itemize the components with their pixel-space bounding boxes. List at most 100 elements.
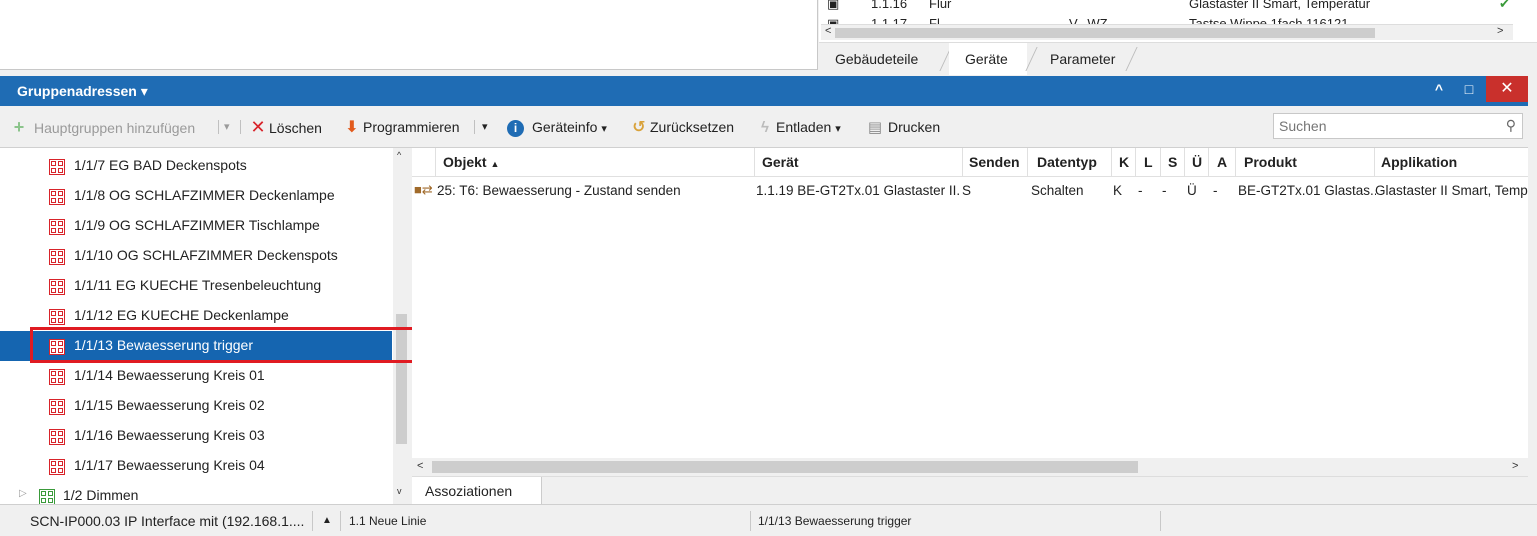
group-folder-icon	[39, 489, 55, 505]
group-address-icon	[49, 249, 65, 265]
column-header-application[interactable]: Applikation	[1381, 154, 1457, 170]
column-header-k[interactable]: K	[1119, 154, 1129, 170]
status-divider	[1160, 511, 1161, 531]
tree-item[interactable]: 1/1/17 Bewaesserung Kreis 04	[0, 451, 392, 481]
group-address-icon	[49, 369, 65, 385]
scroll-right-icon[interactable]: >	[1497, 25, 1503, 37]
column-header-u[interactable]: Ü	[1192, 154, 1202, 170]
button-label: Zurücksetzen	[650, 119, 735, 135]
panel-title: Gruppenadressen	[17, 83, 137, 99]
tree-vertical-scrollbar[interactable]: ^ v	[393, 148, 410, 504]
tab-geraete[interactable]: Geräte	[949, 43, 1027, 75]
column-divider	[1184, 148, 1185, 177]
program-button[interactable]: ⬇ Programmieren	[343, 116, 459, 138]
tab-assoziationen[interactable]: Assoziationen	[412, 477, 542, 505]
chevron-down-icon: ▾	[835, 123, 841, 135]
maximize-button[interactable]: □	[1454, 76, 1484, 102]
plus-icon: +	[13, 117, 25, 137]
devices-pane: ▣ 1.1.16 Flur Glastaster II Smart, Tempe…	[819, 0, 1537, 75]
column-header-device[interactable]: Gerät	[762, 154, 799, 170]
top-horizontal-scrollbar[interactable]: < >	[821, 24, 1513, 40]
collapse-button[interactable]: ^	[1424, 76, 1454, 102]
top-tabs: Gebäudeteile Geräte Parameter	[819, 42, 1537, 75]
tree-item-label: 1/2 Dimmen	[63, 487, 139, 503]
column-header-product[interactable]: Produkt	[1244, 154, 1297, 170]
tree-item-label: 1/1/11 EG KUECHE Tresenbeleuchtung	[74, 277, 322, 293]
chevron-up-icon[interactable]: ▲	[322, 515, 332, 526]
group-address-icon	[49, 429, 65, 445]
column-header-object[interactable]: Objekt ▲	[443, 154, 499, 170]
tab-parameter[interactable]: Parameter	[1034, 43, 1131, 75]
cell-object: 25: T6: Bewaesserung - Zustand senden	[437, 183, 681, 198]
button-label: Geräteinfo	[532, 119, 598, 135]
column-header-l[interactable]: L	[1144, 154, 1153, 170]
add-dropdown-button[interactable]: ▾	[224, 116, 230, 138]
group-address-icon	[49, 279, 65, 295]
tree-item[interactable]: 1/1/11 EG KUECHE Tresenbeleuchtung	[0, 271, 392, 301]
unload-button[interactable]: ϟ Entladen ▾	[756, 116, 841, 138]
tree-item[interactable]: 1/1/15 Bewaesserung Kreis 02	[0, 391, 392, 421]
printer-icon: ▤	[867, 119, 883, 136]
column-divider	[754, 148, 755, 177]
status-divider	[340, 511, 341, 531]
button-label: Löschen	[269, 120, 322, 136]
column-header-a[interactable]: A	[1217, 154, 1227, 170]
scroll-up-icon[interactable]: ^	[397, 150, 401, 160]
column-header-send[interactable]: Senden	[969, 154, 1020, 170]
device-row[interactable]: ▣ 1.1.16 Flur Glastaster II Smart, Tempe…	[819, 0, 1519, 12]
reset-icon: ↺	[632, 119, 646, 136]
close-button[interactable]: ✕	[1486, 76, 1528, 102]
search-input[interactable]	[1279, 117, 1489, 135]
column-header-s[interactable]: S	[1168, 154, 1177, 170]
device-icon: ▣	[827, 16, 840, 24]
add-main-groups-button[interactable]: + Hauptgruppen hinzufügen	[10, 116, 195, 138]
scroll-down-icon[interactable]: v	[397, 486, 402, 496]
tab-label: Assoziationen	[425, 483, 513, 499]
column-divider	[1235, 148, 1236, 177]
tree-item-label: 1/1/9 OG SCHLAFZIMMER Tischlampe	[74, 217, 320, 233]
toolbar-divider	[218, 120, 219, 134]
scrollbar-thumb[interactable]	[432, 461, 1138, 473]
scrollbar-thumb[interactable]	[835, 28, 1375, 38]
print-button[interactable]: ▤ Drucken	[866, 116, 940, 138]
scroll-right-icon[interactable]: >	[1512, 460, 1518, 472]
scroll-left-icon[interactable]: <	[417, 460, 423, 472]
delete-button[interactable]: ✕ Löschen	[249, 116, 322, 138]
tree-item[interactable]: 1/1/16 Bewaesserung Kreis 03	[0, 421, 392, 451]
tree-item-label: 1/1/10 OG SCHLAFZIMMER Deckenspots	[74, 247, 338, 263]
objects-table: Objekt ▲ Gerät Senden Datentyp K L S Ü A…	[412, 148, 1528, 458]
annotation-highlight-box	[30, 327, 433, 363]
tree-item[interactable]: 1/1/8 OG SCHLAFZIMMER Deckenlampe	[0, 181, 392, 211]
program-dropdown-button[interactable]: ▾	[482, 116, 488, 138]
tab-gebaeudeteile[interactable]: Gebäudeteile	[819, 43, 934, 75]
expand-arrow-icon[interactable]: ▷	[19, 488, 27, 499]
group-address-icon	[49, 159, 65, 175]
table-header: Objekt ▲ Gerät Senden Datentyp K L S Ü A…	[412, 148, 1528, 177]
status-divider	[312, 511, 313, 531]
cell-application: Glastaster II Smart, Temp	[1375, 183, 1528, 198]
table-horizontal-scrollbar[interactable]: < >	[412, 458, 1528, 476]
column-label: Objekt	[443, 154, 487, 170]
interface-status[interactable]: SCN-IP000.03 IP Interface mit (192.168.1…	[30, 513, 304, 529]
device-row[interactable]: ▣ 1.1.17 Fl... V...WZ Tastse Wippe 1fach…	[819, 16, 1519, 24]
tree-item[interactable]: 1/1/9 OG SCHLAFZIMMER Tischlampe	[0, 211, 392, 241]
device-address: 1.1.17	[871, 16, 908, 24]
search-icon[interactable]: ⚲	[1506, 117, 1516, 134]
device-product: Glastaster II Smart, Temperatur	[1189, 0, 1371, 11]
cell-device: 1.1.19 BE-GT2Tx.01 Glastaster II...	[756, 183, 961, 198]
info-icon: i	[507, 120, 524, 137]
device-info-button[interactable]: i Geräteinfo ▾	[507, 116, 607, 138]
cell-k: K	[1113, 183, 1123, 198]
tree-item[interactable]: 1/1/14 Bewaesserung Kreis 01	[0, 361, 392, 391]
tree-item[interactable]: 1/1/7 EG BAD Deckenspots	[0, 151, 392, 181]
scroll-left-icon[interactable]: <	[825, 25, 831, 37]
button-label: Entladen	[776, 119, 832, 135]
search-box: ⚲	[1273, 113, 1523, 139]
reset-button[interactable]: ↺ Zurücksetzen	[630, 116, 734, 138]
panel-title-dropdown[interactable]: Gruppenadressen ▾	[17, 83, 148, 100]
window-vertical-scrollbar[interactable]	[1528, 76, 1537, 504]
tree-item[interactable]: 1/1/10 OG SCHLAFZIMMER Deckenspots	[0, 241, 392, 271]
column-header-datatype[interactable]: Datentyp	[1037, 154, 1097, 170]
chevron-down-icon: ▾	[601, 123, 607, 135]
column-divider	[1374, 148, 1375, 177]
